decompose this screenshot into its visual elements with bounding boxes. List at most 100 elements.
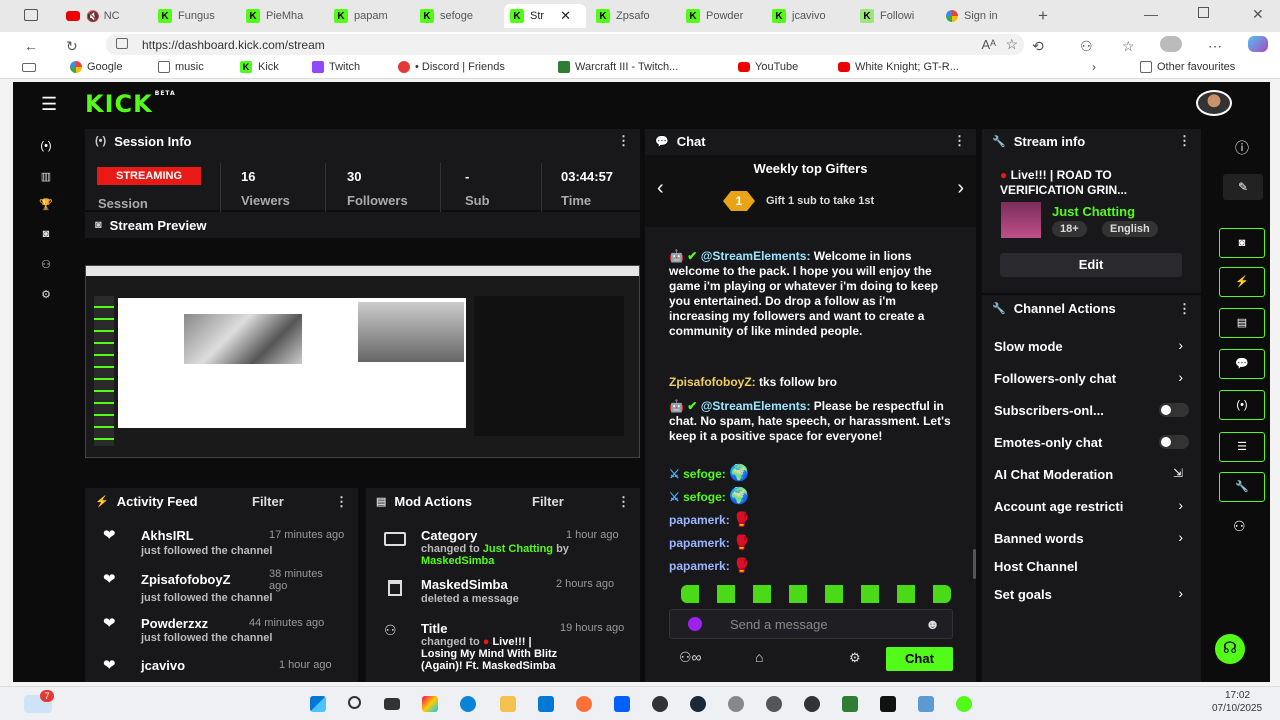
tab-jcavivo[interactable]: Kjcavivo <box>772 4 852 28</box>
clock-time[interactable]: 17:02 <box>1225 690 1250 701</box>
more-options-icon[interactable]: ⋮ <box>617 494 630 510</box>
site-info-icon[interactable] <box>116 38 128 49</box>
more-options-icon[interactable]: ⋮ <box>335 494 348 510</box>
more-options-icon[interactable]: ⋮ <box>1178 133 1191 149</box>
store-icon[interactable] <box>538 696 554 712</box>
chevron-left-icon[interactable]: ‹ <box>657 177 664 200</box>
camera-toggle-icon[interactable]: ◙ <box>1219 228 1265 258</box>
extensions-icon[interactable]: ⟲ <box>1032 38 1044 55</box>
start-icon[interactable] <box>310 696 326 712</box>
chat-username[interactable]: papamerk: <box>669 513 730 527</box>
file-explorer-icon[interactable] <box>500 696 516 712</box>
bookmark-warcraft[interactable]: Warcraft III - Twitch... <box>558 61 678 73</box>
store-icon[interactable]: ⌂ <box>755 649 763 665</box>
tab-powder[interactable]: K Powder <box>686 4 766 28</box>
edit-pencil-icon[interactable]: ✎ <box>1223 174 1263 200</box>
close-window-icon[interactable]: ✕ <box>1252 6 1264 23</box>
category-link[interactable]: Just Chatting <box>483 543 553 555</box>
maximize-icon[interactable] <box>1198 7 1209 18</box>
user-avatar[interactable] <box>1196 90 1232 116</box>
task-view-icon[interactable] <box>384 698 400 710</box>
activity-username[interactable]: AkhsIRL <box>141 528 194 543</box>
edge-icon[interactable] <box>460 696 476 712</box>
subscribers-only-toggle[interactable] <box>1159 403 1189 417</box>
activity-username[interactable]: ZpisafofoboyZ <box>141 572 231 587</box>
xbox-icon[interactable] <box>842 696 858 712</box>
hamburger-menu-icon[interactable]: ☰ <box>41 94 57 115</box>
chat-username[interactable]: @StreamElements: <box>701 399 811 413</box>
tab-piemha[interactable]: K PieMha <box>246 4 326 28</box>
read-aloud-icon[interactable]: Aᴬ <box>981 37 996 52</box>
bookmark-youtube[interactable]: YouTube <box>738 61 798 73</box>
activity-filter-button[interactable]: Filter <box>252 494 284 509</box>
tab-view-icon[interactable] <box>22 63 36 72</box>
emote-bar[interactable] <box>681 585 951 603</box>
media-player-icon[interactable] <box>804 696 820 712</box>
search-icon[interactable] <box>348 696 361 709</box>
chevron-right-icon[interactable]: › <box>1092 60 1096 74</box>
edit-stream-button[interactable]: Edit <box>1000 253 1182 277</box>
notes-icon[interactable]: ▤ <box>1219 308 1265 338</box>
category-link[interactable]: Just Chatting <box>1052 204 1135 219</box>
tab-sign-in[interactable]: Sign in <box>946 4 1030 28</box>
kick-logo[interactable]: KICK BETA <box>85 90 176 118</box>
kick-app-icon[interactable] <box>956 696 972 712</box>
moderator-link[interactable]: MaskedSimba <box>421 555 494 567</box>
more-options-icon[interactable]: ⋮ <box>953 133 966 149</box>
mod-action-name[interactable]: MaskedSimba <box>421 577 508 592</box>
steam-icon[interactable] <box>690 696 706 712</box>
bookmark-kick[interactable]: K Kick <box>240 61 279 73</box>
layout-icon[interactable]: ☰ <box>1219 432 1265 462</box>
analytics-icon[interactable]: ▥ <box>31 170 61 190</box>
bookmark-google[interactable]: Google <box>70 61 122 73</box>
tab-actions-icon[interactable] <box>24 9 38 21</box>
send-chat-button[interactable]: Chat <box>886 647 953 671</box>
chat-username[interactable]: papamerk: <box>669 536 730 550</box>
tab-sefoge[interactable]: Ksefoge <box>420 4 500 28</box>
share-icon[interactable]: ⚇ <box>1080 38 1093 55</box>
tab-followi[interactable]: K Followi <box>860 4 940 28</box>
broadcast-icon[interactable]: (•) <box>31 140 61 160</box>
obs-icon[interactable] <box>652 696 668 712</box>
minimize-icon[interactable]: — <box>1144 6 1158 22</box>
bookmark-other-favourites[interactable]: Other favourites <box>1140 61 1235 73</box>
support-headset-icon[interactable]: ☊ <box>1215 634 1245 664</box>
chat-username[interactable]: sefoge: <box>683 467 726 481</box>
trophy-icon[interactable]: 🏆 <box>31 198 61 218</box>
emotes-only-toggle[interactable] <box>1159 435 1189 449</box>
tab-fungus[interactable]: K Fungus <box>158 4 238 28</box>
more-options-icon[interactable]: ⋮ <box>1178 301 1191 317</box>
settings-gear-icon[interactable] <box>728 696 744 712</box>
app-icon[interactable] <box>766 696 782 712</box>
dropbox-icon[interactable] <box>614 696 630 712</box>
chat-username[interactable]: @StreamElements: <box>701 249 811 263</box>
firefox-icon[interactable] <box>576 696 592 712</box>
settings-gear-icon[interactable]: ⚙ <box>31 288 61 308</box>
community-icon[interactable]: ⚇∞ <box>679 649 702 666</box>
bookmark-twitch[interactable]: Twitch <box>312 61 360 73</box>
new-tab-icon[interactable]: + <box>1038 6 1048 26</box>
chat-username[interactable]: papamerk: <box>669 559 730 573</box>
bookmark-white-knight[interactable]: White Knight; GT-R... <box>838 61 959 73</box>
info-icon[interactable]: ⓘ <box>1235 138 1249 158</box>
chat-input[interactable]: Send a message ☻ <box>669 609 953 639</box>
activity-username[interactable]: jcavivo <box>141 658 185 673</box>
copilot-icon[interactable] <box>1248 36 1268 52</box>
nvidia-icon[interactable] <box>880 696 896 712</box>
app-icon[interactable] <box>918 696 934 712</box>
broadcast-icon[interactable]: (•) <box>1219 390 1265 420</box>
chat-bubble-icon[interactable]: 💬 <box>1219 349 1265 379</box>
community-icon[interactable]: ⚇ <box>1233 518 1246 535</box>
more-options-icon[interactable]: ⋮ <box>617 133 630 149</box>
profile-avatar[interactable] <box>1160 36 1182 52</box>
refresh-icon[interactable]: ↻ <box>66 38 78 55</box>
community-icon[interactable]: ⚇ <box>31 258 61 278</box>
chat-username[interactable]: ZpisafofoboyZ: <box>669 375 756 389</box>
clock-date[interactable]: 07/10/2025 <box>1212 703 1262 714</box>
gift-cta-text[interactable]: Gift 1 sub to take 1st <box>766 195 874 207</box>
chevron-right-icon[interactable]: › <box>957 177 964 200</box>
lightning-icon[interactable]: ⚡ <box>1219 267 1265 297</box>
bookmark-music[interactable]: music <box>158 61 204 73</box>
more-menu-icon[interactable]: ⋯ <box>1208 38 1222 55</box>
mod-filter-button[interactable]: Filter <box>532 494 564 509</box>
